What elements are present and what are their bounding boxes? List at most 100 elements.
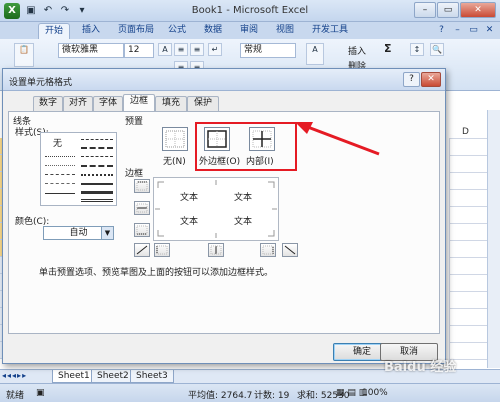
border-group-label: 边框 [125, 169, 144, 179]
border-bottom-button[interactable] [134, 223, 150, 237]
close-button[interactable]: ✕ [460, 2, 496, 18]
red-highlight-box [195, 122, 297, 171]
dialog-help-button[interactable]: ? [403, 72, 420, 87]
hint-text: 单击预置选项、预览草图及上面的按钮可以添加边框样式。 [39, 268, 274, 278]
border-inside-vertical-icon [210, 245, 222, 255]
sheet-nav-arrows-icon[interactable]: ◂◂◂▸▸ [2, 371, 27, 380]
preset-none-label: 无(N) [163, 157, 186, 167]
tab-data[interactable]: 数据 [198, 23, 228, 39]
line-style-option[interactable] [81, 139, 113, 140]
status-bar: 就绪 ▣ 平均值: 2764.7 计数: 19 求和: 52530 ▦ ▤ ▥ … [0, 383, 500, 402]
tab-insert[interactable]: 插入 [76, 23, 106, 39]
tab-number[interactable]: 数字 [33, 96, 63, 111]
border-top-icon [136, 181, 148, 191]
tab-home[interactable]: 开始 [38, 23, 71, 39]
zoom-level[interactable]: 100% [362, 388, 388, 398]
line-style-list[interactable]: 无 [40, 132, 117, 206]
line-style-option[interactable] [45, 183, 75, 184]
cell-grid[interactable] [449, 138, 487, 366]
ribbon-close-icon[interactable]: ✕ [483, 24, 496, 37]
minimize-button[interactable]: – [414, 2, 436, 18]
tab-developer[interactable]: 开发工具 [306, 23, 354, 39]
ribbon-tabs: 开始 插入 页面布局 公式 数据 审阅 视图 开发工具 ? – ▭ ✕ [0, 22, 500, 39]
line-style-option[interactable] [81, 156, 113, 157]
sheet-tab-1[interactable]: Sheet1 [52, 370, 96, 383]
help-icon[interactable]: ? [435, 24, 448, 37]
line-style-option[interactable] [81, 191, 113, 194]
sheet-tab-3[interactable]: Sheet3 [130, 370, 174, 383]
border-right-icon [262, 245, 274, 255]
dialog-close-button[interactable]: ✕ [421, 72, 441, 87]
line-style-option[interactable] [81, 174, 113, 176]
border-top-button[interactable] [134, 179, 150, 193]
title-bar: X ▣ ↶ ↷ ▾ Book1 - Microsoft Excel – ▭ ✕ [0, 0, 500, 22]
tab-view[interactable]: 视图 [270, 23, 300, 39]
paste-icon[interactable]: 📋 [14, 43, 34, 67]
tab-protection[interactable]: 保护 [187, 96, 219, 111]
align-middle-icon[interactable]: ≡ [190, 43, 204, 56]
tab-alignment[interactable]: 对齐 [63, 96, 93, 111]
sort-filter-icon[interactable]: ↕ [410, 43, 424, 56]
preview-text: 文本 [234, 217, 253, 227]
preview-text: 文本 [234, 193, 253, 203]
line-style-option[interactable] [45, 174, 75, 175]
sheet-tab-2[interactable]: Sheet2 [91, 370, 135, 383]
line-style-option[interactable] [81, 147, 113, 149]
column-header-d[interactable]: D [462, 127, 469, 137]
tab-border[interactable]: 边框 [123, 94, 155, 112]
border-diagonal-down-button[interactable] [282, 243, 298, 257]
maximize-button[interactable]: ▭ [437, 2, 459, 18]
ribbon-minimize-icon[interactable]: – [451, 24, 464, 37]
presets-group-label: 预置 [125, 117, 144, 127]
status-average: 平均值: 2764.7 [188, 391, 253, 401]
tab-page-layout[interactable]: 页面布局 [112, 23, 160, 39]
autosum-icon[interactable]: Σ [384, 42, 392, 55]
tab-font[interactable]: 字体 [93, 96, 123, 111]
styles-icon[interactable]: A [306, 43, 324, 65]
chevron-down-icon[interactable]: ▼ [101, 227, 113, 239]
line-style-option[interactable] [81, 183, 113, 185]
tab-formulas[interactable]: 公式 [162, 23, 192, 39]
baidu-watermark: Baidu 经验 [384, 360, 457, 375]
status-count: 计数: 19 [254, 391, 290, 401]
font-size-select[interactable]: 12 [124, 43, 154, 58]
line-style-none[interactable]: 无 [53, 136, 62, 149]
line-style-option[interactable] [45, 156, 75, 157]
border-middle-button[interactable] [134, 201, 150, 215]
line-style-option[interactable] [45, 193, 75, 194]
border-center-button[interactable] [208, 243, 224, 257]
macro-record-icon[interactable]: ▣ [36, 388, 45, 398]
line-style-option[interactable] [81, 165, 113, 167]
number-format-select[interactable]: 常规 [240, 43, 296, 58]
border-inside-horizontal-icon [136, 203, 148, 213]
line-style-option[interactable] [81, 199, 113, 202]
find-select-icon[interactable]: 🔍 [430, 43, 444, 56]
status-mode: 就绪 [6, 391, 25, 401]
tab-review[interactable]: 审阅 [234, 23, 264, 39]
format-cells-dialog: 设置单元格格式 ? ✕ 数字 对齐 字体 边框 填充 保护 线条 样式(S): … [2, 68, 446, 364]
border-color-select[interactable]: 自动 ▼ [43, 226, 114, 240]
border-diagonal-up-button[interactable] [134, 243, 150, 257]
font-name-select[interactable]: 微软雅黑 [58, 43, 124, 58]
preset-none-icon [165, 130, 185, 148]
preview-text: 文本 [180, 193, 199, 203]
diagonal-up-icon [136, 245, 148, 255]
border-right-button[interactable] [260, 243, 276, 257]
insert-cells-button[interactable]: 插入 [348, 44, 366, 57]
preview-corner-marks [155, 180, 277, 238]
border-left-icon [156, 245, 168, 255]
border-color-value: 自动 [69, 228, 88, 238]
preview-text: 文本 [180, 217, 199, 227]
border-left-button[interactable] [154, 243, 170, 257]
border-bottom-icon [136, 225, 148, 235]
wrap-text-icon[interactable]: ↵ [208, 43, 222, 56]
vertical-scrollbar[interactable] [487, 110, 500, 368]
increase-font-icon[interactable]: A [158, 43, 172, 56]
preset-none-button[interactable] [162, 127, 188, 151]
ribbon-restore-icon[interactable]: ▭ [467, 24, 480, 37]
align-top-icon[interactable]: ≡ [174, 43, 188, 56]
tab-fill[interactable]: 填充 [155, 96, 187, 111]
line-style-option[interactable] [45, 165, 75, 166]
border-preview[interactable]: 文本 文本 文本 文本 [153, 177, 279, 241]
dialog-title: 设置单元格格式 [9, 78, 73, 88]
